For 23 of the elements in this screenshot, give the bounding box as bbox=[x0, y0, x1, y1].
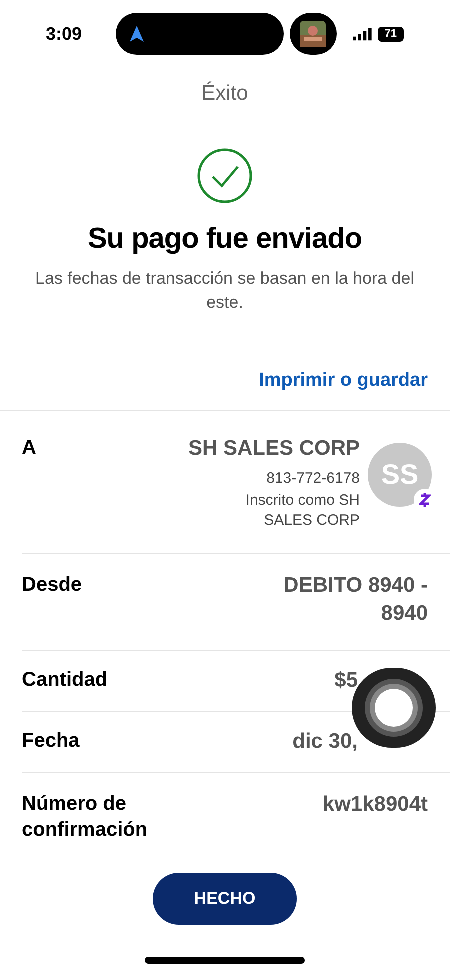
row-label: Desde bbox=[22, 572, 84, 598]
page-title: Éxito bbox=[200, 80, 250, 107]
battery-indicator: 71 bbox=[378, 26, 404, 42]
print-save-link[interactable]: Imprimir o guardar bbox=[259, 367, 428, 396]
navigation-arrow-icon bbox=[130, 26, 144, 42]
clock-time: 3:09 bbox=[46, 22, 84, 46]
ring-icon bbox=[364, 678, 424, 738]
row-label: Número de confirmación bbox=[22, 792, 149, 842]
success-heading: Su pago fue enviado bbox=[86, 222, 364, 256]
row-value: $5 bbox=[334, 668, 359, 694]
recipient-phone: 813-772-6178 bbox=[266, 469, 360, 489]
done-button[interactable]: HECHO bbox=[153, 872, 297, 924]
row-value: dic 30, bbox=[292, 728, 359, 754]
row-label: A bbox=[22, 436, 36, 460]
row-label: Cantidad bbox=[22, 668, 109, 692]
row-value: DEBITO 8940 - 8940 bbox=[282, 572, 428, 626]
signal-icon bbox=[352, 28, 372, 40]
timezone-note: Las fechas de transacción se basan en la hora del este. bbox=[34, 268, 416, 314]
checkmark-circle-icon bbox=[197, 148, 253, 204]
row-value: kw1k8904t bbox=[322, 792, 428, 818]
enrolled-note: Inscrito como SH SALES CORP bbox=[244, 490, 360, 530]
recipient-name: SH SALES CORP bbox=[188, 436, 360, 462]
row-label: Fecha bbox=[22, 728, 81, 754]
